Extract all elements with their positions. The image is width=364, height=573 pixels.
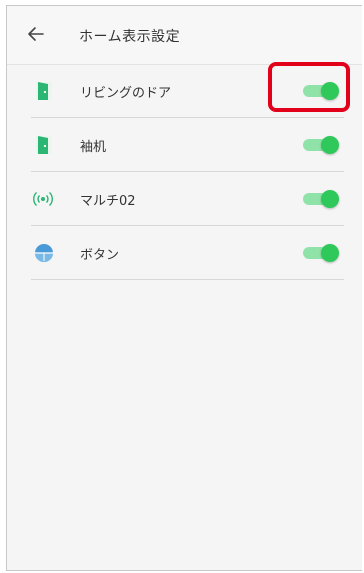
item-label: マルチ02	[80, 194, 136, 209]
item-label: 袖机	[80, 140, 107, 155]
highlight-annotation	[268, 62, 350, 112]
door-icon	[33, 134, 55, 156]
item-label: ボタン	[80, 248, 120, 263]
door-icon	[33, 80, 55, 102]
wireless-signal-icon	[33, 188, 55, 210]
round-button-icon	[33, 242, 55, 264]
list-item: マルチ02	[31, 172, 344, 226]
item-label: リビングのドア	[80, 86, 172, 101]
page-title: ホーム表示設定	[79, 29, 181, 45]
toggle-knob	[321, 244, 339, 262]
display-toggle[interactable]	[303, 190, 339, 208]
toggle-knob	[321, 136, 339, 154]
header-bar: ホーム表示設定	[7, 6, 362, 65]
list-item: 袖机	[31, 118, 344, 172]
list-item: ボタン	[31, 226, 344, 280]
display-toggle[interactable]	[303, 136, 339, 154]
back-arrow-icon[interactable]	[26, 24, 46, 44]
display-toggle[interactable]	[303, 244, 339, 262]
toggle-knob	[321, 190, 339, 208]
